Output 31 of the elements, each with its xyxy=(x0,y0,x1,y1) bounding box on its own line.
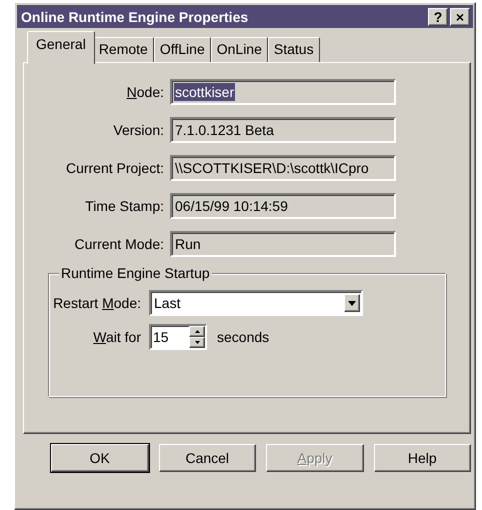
read-only-field[interactable]: 7.1.0.1231 Beta xyxy=(170,117,396,143)
field-label: Current Project: xyxy=(64,160,165,176)
dialog-button[interactable]: Help xyxy=(374,444,471,472)
field-label: Restart Mode: xyxy=(52,295,142,311)
window-title: Online Runtime Engine Properties xyxy=(21,8,250,24)
unit-label: seconds xyxy=(216,329,270,345)
field-label: Time Stamp: xyxy=(84,198,165,214)
tab[interactable]: Remote xyxy=(92,37,154,62)
field-label: Version: xyxy=(112,122,165,138)
up-arrow-icon xyxy=(194,330,200,333)
help-button[interactable]: ? xyxy=(428,8,448,26)
group-title: Runtime Engine Startup xyxy=(59,265,212,281)
selected-text: scottkiser xyxy=(174,83,236,101)
wait-spin-box[interactable]: 15 xyxy=(149,324,207,350)
read-only-field[interactable]: 06/15/99 10:14:59 xyxy=(170,193,396,219)
tab[interactable]: OffLine xyxy=(154,37,211,62)
close-button[interactable]: × xyxy=(450,8,470,26)
dialog-button[interactable]: OK xyxy=(51,444,148,472)
tab[interactable]: Status xyxy=(268,37,320,62)
field-label: Wait for xyxy=(92,329,142,345)
dialog-button[interactable]: Cancel xyxy=(158,444,256,472)
read-only-field[interactable]: \\SCOTTKISER\D:\scottk\ICpro xyxy=(170,155,396,181)
field-label: Current Mode: xyxy=(74,236,165,252)
field-label: Node: xyxy=(126,84,165,100)
restart-mode-dropdown[interactable]: Last xyxy=(149,290,363,316)
tab[interactable]: OnLine xyxy=(210,37,268,62)
tab[interactable]: General xyxy=(27,31,95,64)
read-only-field[interactable]: Run xyxy=(170,231,396,257)
read-only-field[interactable]: scottkiser xyxy=(170,79,396,105)
down-arrow-icon xyxy=(194,341,200,344)
dropdown-arrow-icon xyxy=(348,300,356,306)
